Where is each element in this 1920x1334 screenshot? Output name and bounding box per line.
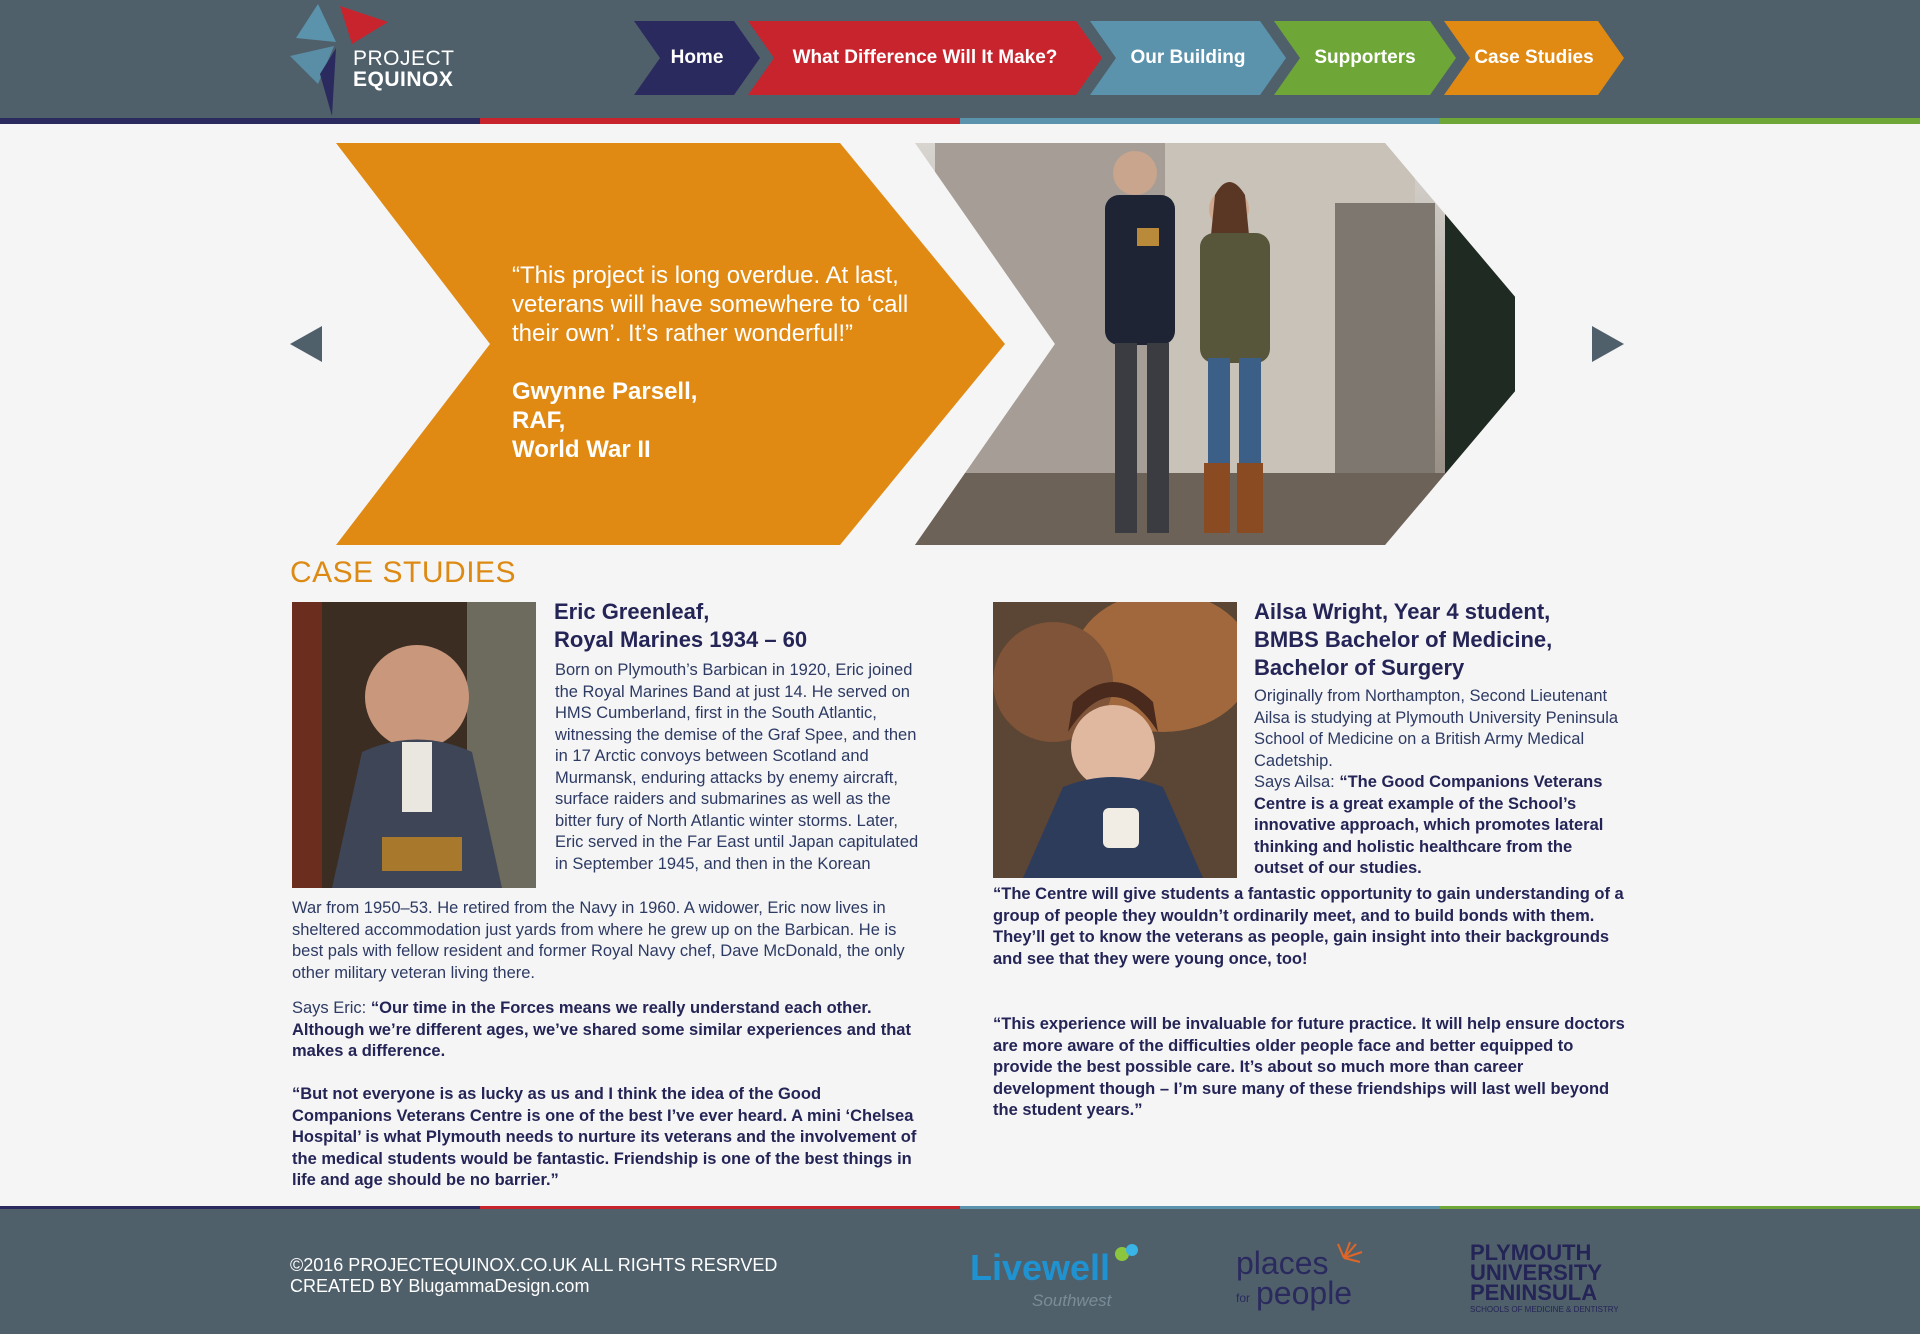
nav-supporters[interactable]: Supporters [1274, 21, 1456, 95]
ailsa-quote-1: Says Ailsa: “The Good Companions Veteran… [1254, 772, 1624, 880]
eric-quote-1-text: “Our time in the Forces means we really … [292, 999, 911, 1060]
nav-what-difference-label: What Difference Will It Make? [792, 47, 1058, 68]
logo-line1: PROJECT [353, 47, 455, 70]
people-text: people [1256, 1275, 1352, 1311]
ailsa-quote-2: “The Centre will give students a fantast… [993, 885, 1624, 968]
author-line: World War II [512, 436, 651, 463]
site-header: PROJECT EQUINOX Home What Difference Wil… [0, 0, 1920, 118]
nav-case-studies-label: Case Studies [1474, 47, 1594, 68]
nav-our-building-label: Our Building [1130, 47, 1246, 68]
eric-name: Eric Greenleaf, Royal Marines 1934 – 60 [554, 598, 807, 654]
plymouth-university-peninsula-logo[interactable]: PLYMOUTH UNIVERSITY PENINSULA SCHOOLS OF… [1468, 1240, 1618, 1316]
copyright-text: ©2016 PROJECTEQUINOX.CO.UK ALL RIGHTS RE… [290, 1255, 778, 1275]
nav-case-studies[interactable]: Case Studies [1444, 21, 1624, 95]
ailsa-says-label: Says Ailsa: [1254, 773, 1335, 791]
prev-slide-triangle-left-icon[interactable] [290, 326, 322, 362]
eric-says-label: Says Eric: [292, 999, 367, 1017]
sunburst-icon [1337, 1241, 1363, 1263]
ailsa-wright-photo [993, 602, 1237, 878]
author-line: Gwynne Parsell, [512, 378, 698, 405]
project-equinox-logo[interactable]: PROJECT EQUINOX [290, 4, 460, 116]
eric-name-line2: Royal Marines 1934 – 60 [554, 627, 808, 652]
logo-line2: EQUINOX [353, 68, 454, 91]
livewell-southwest-logo[interactable]: Livewell Southwest [970, 1240, 1140, 1312]
eric-bio: Born on Plymouth’s Barbican in 1920, Eri… [555, 661, 919, 873]
nav-home[interactable]: Home [634, 21, 760, 95]
ailsa-name: Ailsa Wright, Year 4 student, BMBS Bache… [1254, 598, 1552, 682]
places-for-people-logo[interactable]: places people for [1234, 1240, 1374, 1312]
schools-text: SCHOOLS OF MEDICINE & DENTISTRY [1470, 1305, 1618, 1314]
hero-quote-author: Gwynne Parsell, RAF, World War II [512, 377, 697, 464]
nav-our-building[interactable]: Our Building [1090, 21, 1286, 95]
ailsa-bio: Originally from Northampton, Second Lieu… [1254, 687, 1619, 770]
case-studies-heading: CASE STUDIES [290, 556, 517, 589]
site-footer [0, 1209, 1920, 1334]
ailsa-name-line1: Ailsa Wright, Year 4 student, [1254, 599, 1551, 624]
hero-quote: “This project is long overdue. At last, … [512, 262, 909, 347]
footer-copyright: ©2016 PROJECTEQUINOX.CO.UK ALL RIGHTS RE… [290, 1255, 777, 1297]
hero-slider: “This project is long overdue. At last, … [290, 143, 1630, 545]
credit-text[interactable]: CREATED BY BlugammaDesign.com [290, 1276, 777, 1297]
livewell-main-text: Livewell [970, 1247, 1110, 1288]
peninsula-text: PENINSULA [1470, 1280, 1597, 1305]
eric-name-line1: Eric Greenleaf, [554, 599, 710, 624]
header-color-stripe [0, 118, 1920, 124]
eric-quote-2: “But not everyone is as lucky as us and … [292, 1085, 917, 1189]
nav-home-label: Home [670, 47, 724, 68]
for-text: for [1236, 1291, 1250, 1305]
author-line: RAF, [512, 407, 566, 434]
hero-photo-veteran-and-student [915, 143, 1515, 545]
nav-what-difference[interactable]: What Difference Will It Make? [748, 21, 1102, 95]
ailsa-name-line3: Bachelor of Surgery [1254, 655, 1465, 680]
eric-greenleaf-photo [292, 602, 536, 888]
livewell-sub-text: Southwest [1032, 1291, 1113, 1310]
eric-bio-continued: War from 1950–53. He retired from the Na… [292, 899, 905, 982]
next-slide-triangle-right-icon[interactable] [1592, 326, 1624, 362]
ailsa-name-line2: BMBS Bachelor of Medicine, [1254, 627, 1553, 652]
eric-quote-1: Says Eric: “Our time in the Forces means… [292, 998, 912, 1063]
nav-supporters-label: Supporters [1314, 47, 1416, 68]
ailsa-quote-3: “This experience will be invaluable for … [993, 1015, 1625, 1119]
